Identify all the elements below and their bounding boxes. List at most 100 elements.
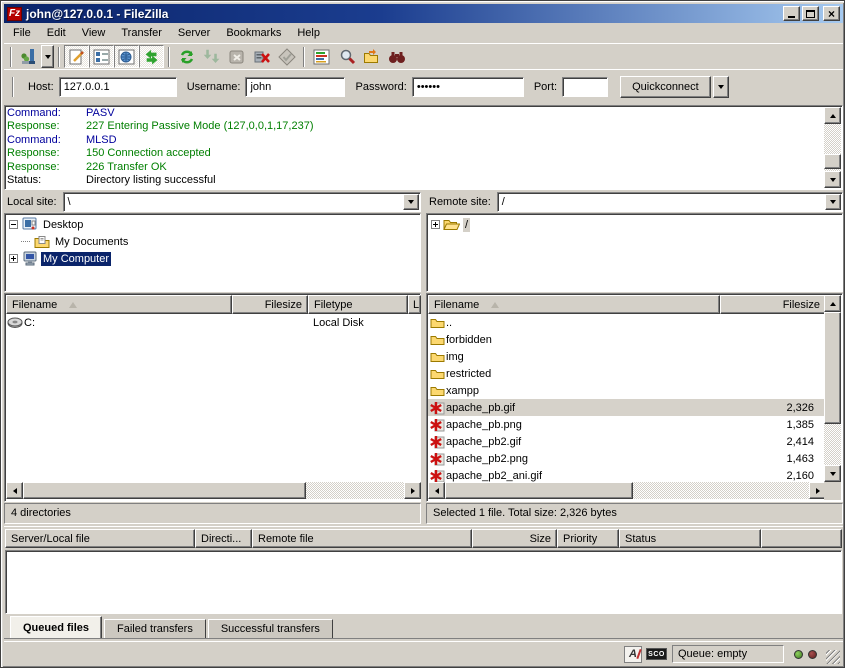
menu-edit[interactable]: Edit [39, 24, 74, 42]
tab-successful-transfers[interactable]: Successful transfers [208, 619, 333, 638]
tree-item-my-computer[interactable]: My Computer [7, 250, 418, 267]
scroll-up-button[interactable] [824, 107, 841, 124]
file-row[interactable]: xampp [428, 382, 826, 399]
titlebar[interactable]: Fz john@127.0.0.1 - FileZilla × [4, 4, 843, 23]
scroll-right-button[interactable] [404, 482, 421, 499]
resize-grip[interactable] [826, 650, 840, 664]
collapse-icon[interactable] [9, 220, 18, 229]
disconnect-button[interactable] [249, 45, 274, 68]
indicator-badge-icon[interactable]: SCO [646, 648, 667, 660]
column-header-priority[interactable]: Priority [557, 529, 619, 548]
local-site-dropdown[interactable] [403, 194, 419, 210]
file-row[interactable]: img [428, 348, 826, 365]
directory-comparison-button[interactable] [309, 45, 334, 68]
file-row[interactable]: .. [428, 314, 826, 331]
maximize-button[interactable] [802, 6, 819, 21]
site-manager-button[interactable] [16, 45, 41, 68]
column-header-filetype[interactable]: Filetype [308, 295, 408, 314]
quickconnect-dropdown[interactable] [713, 76, 729, 98]
file-row-selected[interactable]: apache_pb.gif 2,326 [428, 399, 826, 416]
file-row-c-drive[interactable]: C: Local Disk [6, 314, 421, 331]
quickconnect-button[interactable]: Quickconnect [620, 76, 711, 98]
remote-file-list[interactable]: Filename Filesize .. forbidden img restr [426, 293, 843, 502]
file-row[interactable]: apache_pb2.gif 2,414 [428, 433, 826, 450]
tree-item-root[interactable]: / [429, 216, 840, 233]
message-log[interactable]: Command:PASV Response:227 Entering Passi… [4, 105, 843, 190]
site-manager-dropdown[interactable] [41, 45, 54, 68]
column-header-server-local-file[interactable]: Server/Local file [5, 529, 195, 548]
tree-item-desktop[interactable]: Desktop [7, 216, 418, 233]
remote-vertical-scrollbar[interactable] [824, 295, 841, 482]
cancel-operation-button[interactable] [224, 45, 249, 68]
column-header-status[interactable]: Status [619, 529, 761, 548]
local-tree[interactable]: Desktop My Documents My Computer [4, 213, 421, 292]
scroll-track[interactable] [23, 482, 404, 499]
column-header-last-modified[interactable]: L [408, 295, 421, 314]
password-input[interactable] [412, 77, 524, 97]
file-row[interactable]: apache_pb.png 1,385 [428, 416, 826, 433]
toggle-remote-tree-button[interactable] [114, 45, 139, 68]
process-queue-button[interactable] [199, 45, 224, 68]
minimize-button[interactable] [783, 6, 800, 21]
local-site-combobox[interactable]: \ [63, 192, 421, 212]
local-list-body[interactable]: C: Local Disk [6, 314, 421, 482]
synchronized-browsing-button[interactable] [359, 45, 384, 68]
local-site-label: Local site: [4, 196, 63, 208]
file-row[interactable]: forbidden [428, 331, 826, 348]
column-header-direction[interactable]: Directi... [195, 529, 252, 548]
menu-help[interactable]: Help [289, 24, 328, 42]
file-row[interactable]: restricted [428, 365, 826, 382]
menu-bookmarks[interactable]: Bookmarks [218, 24, 289, 42]
host-input[interactable] [59, 77, 177, 97]
toggle-local-tree-button[interactable] [89, 45, 114, 68]
file-row[interactable]: apache_pb2.png 1,463 [428, 450, 826, 467]
column-header-size[interactable]: Size [472, 529, 557, 548]
close-button[interactable]: × [823, 6, 840, 21]
remote-horizontal-scrollbar[interactable] [428, 482, 826, 500]
scroll-track[interactable] [445, 482, 809, 499]
remote-site-dropdown[interactable] [825, 194, 841, 210]
remote-list-body[interactable]: .. forbidden img restricted xampp [428, 314, 826, 482]
menu-server[interactable]: Server [170, 24, 218, 42]
tab-failed-transfers[interactable]: Failed transfers [104, 619, 206, 638]
scroll-thumb[interactable] [23, 482, 306, 499]
expand-icon[interactable] [431, 220, 440, 229]
column-header-filesize[interactable]: Filesize [720, 295, 826, 314]
refresh-button[interactable] [174, 45, 199, 68]
column-header-filesize[interactable]: Filesize [232, 295, 308, 314]
scroll-thumb[interactable] [824, 154, 841, 169]
scroll-left-button[interactable] [428, 482, 445, 499]
scroll-up-button[interactable] [824, 295, 841, 312]
scroll-thumb[interactable] [824, 312, 841, 424]
tree-item-my-documents[interactable]: My Documents [7, 233, 418, 250]
expand-icon[interactable] [9, 254, 18, 263]
scroll-down-button[interactable] [824, 465, 841, 482]
port-input[interactable] [562, 77, 608, 97]
local-horizontal-scrollbar[interactable] [6, 482, 421, 500]
transfer-type-ascii-icon[interactable]: A [624, 646, 642, 663]
log-scrollbar[interactable] [824, 107, 841, 188]
toggle-queue-button[interactable] [139, 45, 164, 68]
scroll-track[interactable] [824, 312, 841, 465]
file-row[interactable]: apache_pb2_ani.gif 2,160 [428, 467, 826, 482]
username-input[interactable] [245, 77, 345, 97]
column-header-filename[interactable]: Filename [428, 295, 720, 314]
tab-queued-files[interactable]: Queued files [10, 616, 102, 638]
remote-tree[interactable]: / [426, 213, 843, 292]
menu-transfer[interactable]: Transfer [113, 24, 170, 42]
verify-button[interactable] [274, 45, 299, 68]
filter-button[interactable] [384, 45, 409, 68]
scroll-track[interactable] [824, 124, 841, 171]
menu-file[interactable]: File [5, 24, 39, 42]
scroll-down-button[interactable] [824, 171, 841, 188]
remote-site-combobox[interactable]: / [497, 192, 843, 212]
toggle-message-log-button[interactable] [64, 45, 89, 68]
queue-list[interactable] [5, 550, 842, 614]
column-header-filename[interactable]: Filename [6, 295, 232, 314]
menu-view[interactable]: View [74, 24, 114, 42]
scroll-left-button[interactable] [6, 482, 23, 499]
scroll-thumb[interactable] [445, 482, 633, 499]
column-header-remote-file[interactable]: Remote file [252, 529, 472, 548]
find-files-button[interactable] [334, 45, 359, 68]
local-file-list[interactable]: Filename Filesize Filetype L C: Local Di… [4, 293, 421, 502]
